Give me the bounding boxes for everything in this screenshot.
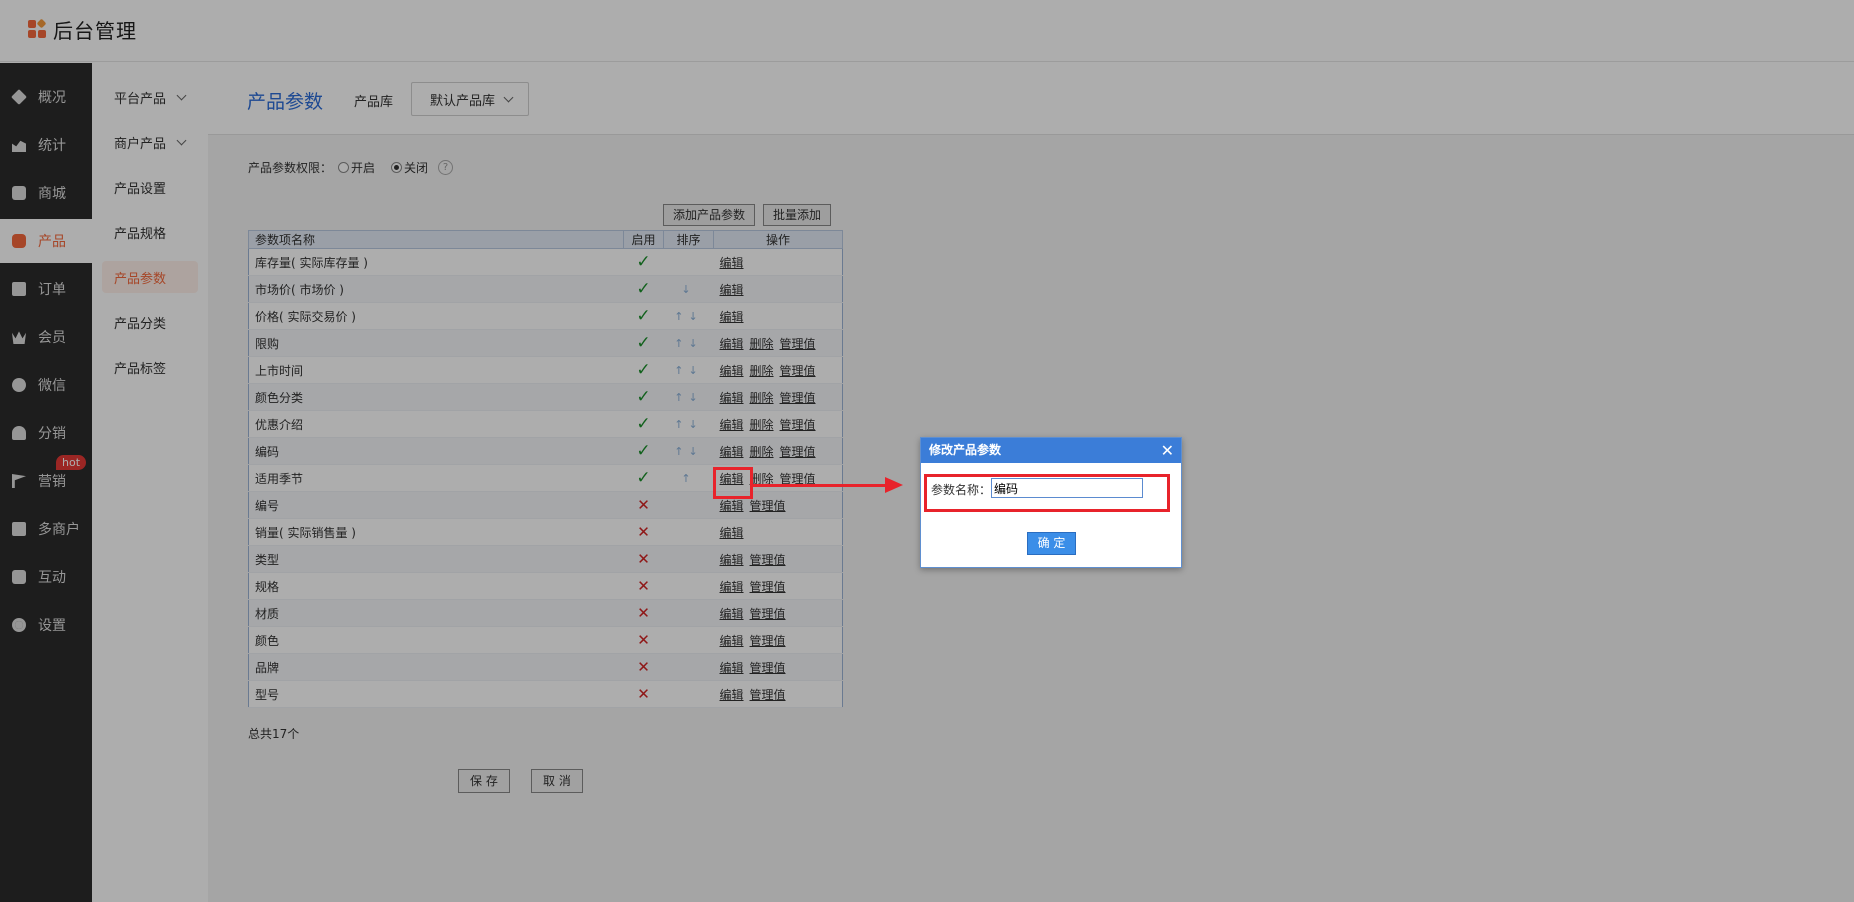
annotation-arrow <box>751 484 888 487</box>
close-icon[interactable]: ✕ <box>1161 438 1174 463</box>
highlight-dialog-field <box>924 474 1170 512</box>
dialog-header: 修改产品参数 ✕ <box>921 438 1181 463</box>
dialog-title: 修改产品参数 <box>929 443 1002 457</box>
annotation-arrow-head <box>885 477 903 493</box>
highlight-edit-link <box>713 467 753 499</box>
confirm-button[interactable]: 确 定 <box>1027 532 1076 555</box>
